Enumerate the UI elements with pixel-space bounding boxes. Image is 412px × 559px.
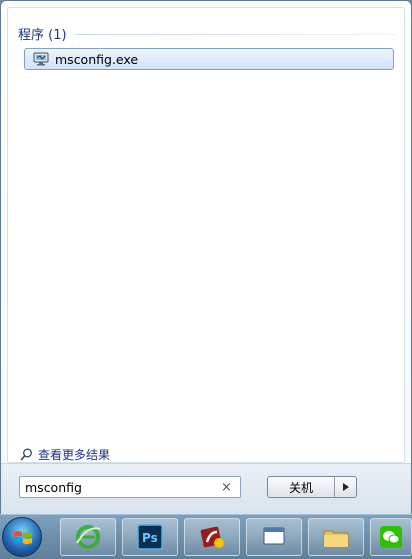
windows-orb-icon xyxy=(14,531,32,544)
shutdown-button-group: 关机 xyxy=(267,476,357,498)
taskbar-item-explorer[interactable] xyxy=(308,518,364,556)
shutdown-options-button[interactable] xyxy=(335,477,356,497)
taskbar-item-photoshop[interactable]: Ps xyxy=(122,518,178,556)
shutdown-button[interactable]: 关机 xyxy=(268,477,335,497)
photoshop-icon: Ps xyxy=(137,524,163,550)
folder-icon xyxy=(323,530,349,548)
triangle-right-icon xyxy=(342,483,349,491)
shutdown-label: 关机 xyxy=(288,480,313,495)
msconfig-monitor-icon xyxy=(33,52,49,66)
chat-icon xyxy=(380,526,402,548)
programs-group-header[interactable]: 程序 (1) xyxy=(18,24,396,43)
group-divider xyxy=(74,34,396,35)
photoshop-label: Ps xyxy=(142,531,158,545)
search-input[interactable] xyxy=(20,478,217,496)
taskbar-item-wechat[interactable] xyxy=(370,518,412,556)
flash-icon xyxy=(200,526,224,548)
see-more-label: 查看更多结果 xyxy=(38,448,111,462)
clear-search-icon[interactable]: × xyxy=(221,481,232,494)
magnifier-icon xyxy=(20,448,33,461)
taskbar-item-app[interactable] xyxy=(246,518,302,556)
taskbar-item-ie[interactable] xyxy=(60,518,116,556)
result-item-label: msconfig.exe xyxy=(55,51,139,67)
start-menu-bottom-bar: × 关机 xyxy=(1,463,411,515)
taskbar: Ps xyxy=(0,514,412,559)
see-more-results-link[interactable]: 查看更多结果 xyxy=(20,446,110,463)
search-results-pane: 程序 (1) msconfig.exe 查看更多结果 xyxy=(7,7,405,463)
start-menu: 程序 (1) msconfig.exe 查看更多结果 msconfig × 关机 xyxy=(0,0,412,516)
taskbar-item-flash[interactable] xyxy=(184,518,240,556)
internet-explorer-icon xyxy=(76,525,101,549)
programs-group-label: 程序 (1) xyxy=(18,28,67,43)
application-icon xyxy=(263,527,285,545)
result-item-msconfig[interactable]: msconfig.exe xyxy=(24,48,394,70)
search-box: × xyxy=(19,476,241,498)
start-button[interactable] xyxy=(2,517,42,557)
